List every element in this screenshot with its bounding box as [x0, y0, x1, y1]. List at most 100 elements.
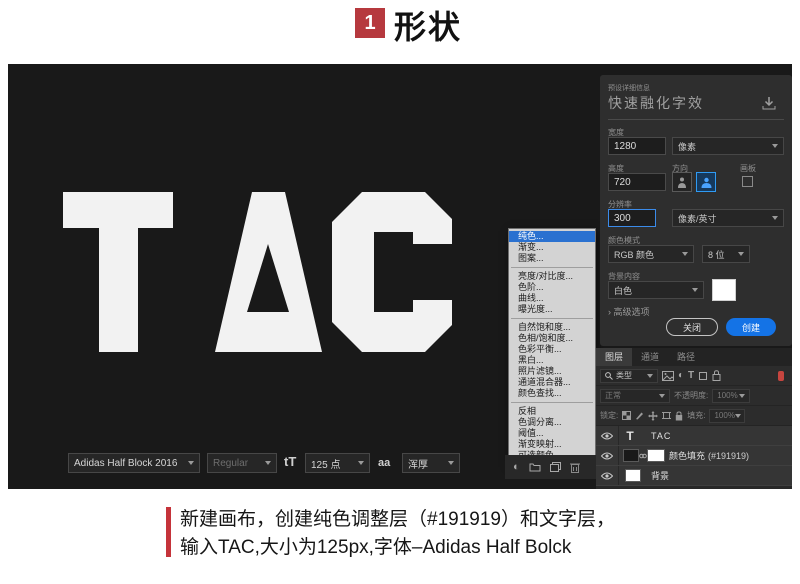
fill-layer-thumbnail[interactable]	[623, 449, 639, 462]
lock-row: 锁定: 填充: 100%	[596, 406, 792, 426]
blend-mode-select[interactable]: 正常	[600, 389, 670, 403]
menu-item-gradient[interactable]: 渐变...	[509, 242, 595, 253]
font-style-select[interactable]: Regular	[207, 453, 277, 473]
layer-row-background[interactable]: 背景	[596, 466, 792, 486]
portrait-orientation-icon[interactable]	[672, 172, 692, 192]
photoshop-screenshot: Adidas Half Block 2016 Regular tT 125 点 …	[8, 64, 792, 489]
chevron-down-icon	[739, 394, 745, 398]
opacity-select[interactable]: 100%	[712, 389, 750, 403]
menu-item-posterize[interactable]: 色调分离...	[509, 417, 595, 428]
group-folder-button[interactable]	[529, 462, 541, 472]
adjustment-layer-button[interactable]: ◐	[513, 462, 520, 473]
background-select[interactable]: 白色	[608, 281, 704, 299]
caption-line-2: 输入TAC,大小为125px,字体–Adidas Half Bolck	[180, 532, 571, 559]
menu-item-exposure[interactable]: 曝光度...	[509, 304, 595, 315]
menu-item-channel-mixer[interactable]: 通道混合器...	[509, 377, 595, 388]
chevron-down-icon	[647, 374, 653, 378]
delete-layer-button[interactable]	[570, 462, 580, 473]
menu-item-curves[interactable]: 曲线...	[509, 293, 595, 304]
fill-select[interactable]: 100%	[709, 409, 745, 423]
fill-label: 填充:	[687, 410, 705, 421]
lock-all-icon[interactable]	[675, 411, 683, 421]
chevron-down-icon	[188, 461, 194, 465]
background-layer-thumbnail[interactable]	[625, 469, 641, 482]
advanced-arrow-icon: ›	[608, 307, 611, 317]
menu-item-levels[interactable]: 色阶...	[509, 282, 595, 293]
layer-row-color-fill[interactable]: 颜色填充 (#191919)	[596, 446, 792, 466]
menu-item-pattern[interactable]: 图案...	[509, 253, 595, 264]
menu-item-hue-saturation[interactable]: 色相/饱和度...	[509, 333, 595, 344]
menu-item-solid-color[interactable]: 纯色...	[509, 231, 595, 242]
menu-item-black-white[interactable]: 黑白...	[509, 355, 595, 366]
background-color-swatch[interactable]	[712, 279, 736, 301]
search-icon	[605, 372, 613, 380]
advanced-options-toggle[interactable]: › 高级选项	[608, 305, 650, 318]
lock-move-icon[interactable]	[648, 411, 658, 421]
layers-panel-tabs: 图层 通道 路径	[596, 348, 792, 366]
filter-type-select[interactable]: 类型	[600, 369, 658, 383]
anti-alias-select[interactable]: 浑厚	[402, 453, 460, 473]
font-size-select[interactable]: 125 点	[305, 453, 370, 473]
layer-hex-value: (#191919)	[708, 451, 749, 461]
pixel-layer-filter-icon[interactable]	[662, 371, 674, 381]
font-size-icon: tT	[284, 454, 296, 469]
visibility-eye-icon[interactable]	[596, 446, 619, 465]
letter-a	[215, 192, 322, 352]
bit-depth-select[interactable]: 8 位	[702, 245, 750, 263]
resolution-input[interactable]: 300	[608, 209, 656, 227]
resolution-unit-select[interactable]: 像素/英寸	[672, 209, 784, 227]
bit-depth-value: 8 位	[708, 248, 725, 261]
lock-brush-icon[interactable]	[635, 411, 644, 420]
lock-artboard-icon[interactable]	[662, 411, 671, 420]
menu-item-invert[interactable]: 反相	[509, 406, 595, 417]
menu-item-photo-filter[interactable]: 照片滤镜...	[509, 366, 595, 377]
new-layer-button[interactable]	[550, 462, 561, 472]
font-family-select[interactable]: Adidas Half Block 2016	[68, 453, 200, 473]
tab-channels[interactable]: 通道	[632, 348, 668, 366]
font-style-value: Regular	[213, 458, 248, 469]
adjustment-layer-menu: 纯色... 渐变... 图案... 亮度/对比度... 色阶... 曲线... …	[508, 228, 596, 464]
tab-layers[interactable]: 图层	[596, 348, 632, 366]
menu-item-color-balance[interactable]: 色彩平衡...	[509, 344, 595, 355]
adjustment-layer-filter-icon[interactable]: ◐	[678, 371, 684, 381]
color-mode-select[interactable]: RGB 颜色	[608, 245, 694, 263]
height-value: 720	[614, 177, 631, 188]
menu-item-brightness-contrast[interactable]: 亮度/对比度...	[509, 271, 595, 282]
smart-object-filter-icon[interactable]	[712, 370, 721, 381]
new-document-dialog: 预设详细信息 快速融化字效 宽度 1280 像素 高度 方向 画板 720	[600, 75, 792, 346]
layers-panel-toolbar: ◐	[505, 455, 600, 479]
width-value: 1280	[614, 141, 636, 152]
menu-item-gradient-map[interactable]: 渐变映射...	[509, 439, 595, 450]
menu-item-color-lookup[interactable]: 颜色查找...	[509, 388, 595, 399]
height-input[interactable]: 720	[608, 173, 666, 191]
save-preset-icon[interactable]	[762, 97, 776, 110]
menu-item-vibrance[interactable]: 自然饱和度...	[509, 322, 595, 333]
shape-layer-filter-icon[interactable]	[698, 371, 708, 381]
landscape-orientation-icon[interactable]	[696, 172, 716, 192]
artboard-checkbox[interactable]	[742, 176, 753, 187]
tab-paths[interactable]: 路径	[668, 348, 704, 366]
create-button[interactable]: 创建	[726, 318, 776, 336]
filter-toggle-icon[interactable]	[778, 371, 784, 381]
font-family-value: Adidas Half Block 2016	[74, 458, 177, 469]
width-input[interactable]: 1280	[608, 137, 666, 155]
page: 1 形状 Adidas Half Block 2016 Regular tT 1…	[0, 0, 800, 584]
visibility-eye-icon[interactable]	[596, 426, 619, 445]
chevron-down-icon	[735, 414, 741, 418]
layer-mask-thumbnail[interactable]	[647, 449, 665, 462]
color-mode-value: RGB 颜色	[614, 248, 654, 261]
layer-row-tac[interactable]: T TAC	[596, 426, 792, 446]
filter-type-value: 类型	[616, 370, 632, 381]
lock-transparent-icon[interactable]	[622, 411, 631, 420]
menu-separator	[511, 267, 593, 268]
unit-select[interactable]: 像素	[672, 137, 784, 155]
close-button[interactable]: 关闭	[666, 318, 718, 336]
mask-link-icon[interactable]	[639, 452, 647, 460]
document-name-input[interactable]: 快速融化字效	[608, 93, 784, 120]
canvas-text-tac	[63, 192, 455, 354]
letter-t	[63, 192, 173, 352]
menu-item-threshold[interactable]: 阈值...	[509, 428, 595, 439]
fill-value: 100%	[714, 411, 734, 420]
visibility-eye-icon[interactable]	[596, 466, 619, 485]
type-layer-filter-icon[interactable]: T	[688, 371, 694, 381]
